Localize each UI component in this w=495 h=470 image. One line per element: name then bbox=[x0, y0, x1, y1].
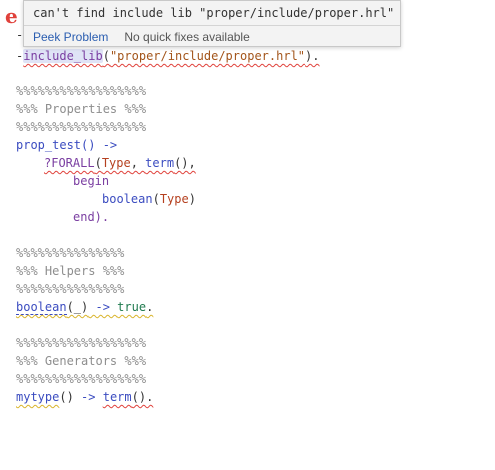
comment-properties-top: %%%%%%%%%%%%%%%%%% bbox=[16, 84, 147, 98]
code-line-include[interactable]: -include_lib("proper/include/proper.hrl"… bbox=[16, 47, 319, 65]
no-quick-fixes-label: No quick fixes available bbox=[124, 29, 250, 44]
code-area[interactable]: - -include_lib("proper/include/proper.hr… bbox=[0, 0, 495, 470]
mytype-def-end: (). bbox=[131, 390, 154, 404]
peek-problem-link[interactable]: Peek Problem bbox=[33, 30, 108, 44]
include-lib-directive[interactable]: include_lib bbox=[23, 49, 103, 63]
comment-generators-top: %%%%%%%%%%%%%%%%%% bbox=[16, 336, 147, 350]
boolean-def-arrow: -> bbox=[88, 300, 118, 314]
boolean-call-close: ) bbox=[188, 192, 196, 206]
code-line-boolean-call[interactable]: boolean(Type) bbox=[102, 190, 196, 208]
forall-sep: , bbox=[130, 156, 146, 170]
forall-open: ( bbox=[94, 156, 102, 170]
code-line-mytype-def[interactable]: mytype() -> term(). bbox=[16, 388, 153, 406]
include-close: ). bbox=[305, 49, 320, 63]
comment-properties-bottom: %%%%%%%%%%%%%%%%%% bbox=[16, 120, 147, 134]
comment-helpers-bottom: %%%%%%%%%%%%%%% bbox=[16, 282, 125, 296]
boolean-def-name[interactable]: boolean bbox=[16, 300, 67, 315]
boolean-def-value: true bbox=[117, 300, 147, 314]
problem-hover-widget: can't find include lib "proper/include/p… bbox=[23, 0, 401, 47]
comment-generators-bottom: %%%%%%%%%%%%%%%%%% bbox=[16, 372, 147, 386]
comment-generators-title: %%% Generators %%% bbox=[16, 354, 147, 368]
hover-status-bar: Peek Problem No quick fixes available bbox=[24, 26, 400, 47]
forall-rest: (), bbox=[174, 156, 196, 170]
forall-term-call[interactable]: term bbox=[145, 156, 174, 170]
comment-helpers-top: %%%%%%%%%%%%%%% bbox=[16, 246, 125, 260]
mytype-def-arrow: -> bbox=[73, 390, 103, 404]
code-line-end[interactable]: end). bbox=[73, 208, 109, 226]
mytype-def-term-call[interactable]: term bbox=[103, 390, 132, 404]
boolean-call-name[interactable]: boolean bbox=[102, 192, 153, 206]
prop-test-name[interactable]: prop_test bbox=[16, 138, 81, 152]
code-editor[interactable]: e can't find include lib "proper/include… bbox=[0, 0, 495, 470]
prop-test-head-rest: () -> bbox=[81, 138, 118, 152]
boolean-def-end: . bbox=[146, 300, 154, 314]
include-open: ( bbox=[102, 49, 110, 63]
mytype-def-name[interactable]: mytype bbox=[16, 390, 59, 404]
code-line-forall[interactable]: ?FORALL(Type, term(), bbox=[44, 154, 196, 172]
forall-macro[interactable]: ?FORALL bbox=[44, 156, 95, 170]
comment-properties-title: %%% Properties %%% bbox=[16, 102, 147, 116]
boolean-call-open: ( bbox=[152, 192, 160, 206]
forall-type-var: Type bbox=[101, 156, 131, 170]
comment-helpers-title: %%% Helpers %%% bbox=[16, 264, 125, 278]
include-path: "proper/include/proper.hrl" bbox=[109, 49, 306, 63]
problem-message: can't find include lib "proper/include/p… bbox=[33, 6, 395, 20]
mytype-def-args: () bbox=[59, 390, 74, 404]
boolean-call-arg: Type bbox=[159, 192, 189, 206]
boolean-def-args: (_) bbox=[66, 300, 89, 314]
code-line-boolean-def[interactable]: boolean(_) -> true. bbox=[16, 298, 153, 316]
code-line-prop-test[interactable]: prop_test() -> bbox=[16, 136, 117, 154]
code-line-begin[interactable]: begin bbox=[73, 172, 109, 190]
